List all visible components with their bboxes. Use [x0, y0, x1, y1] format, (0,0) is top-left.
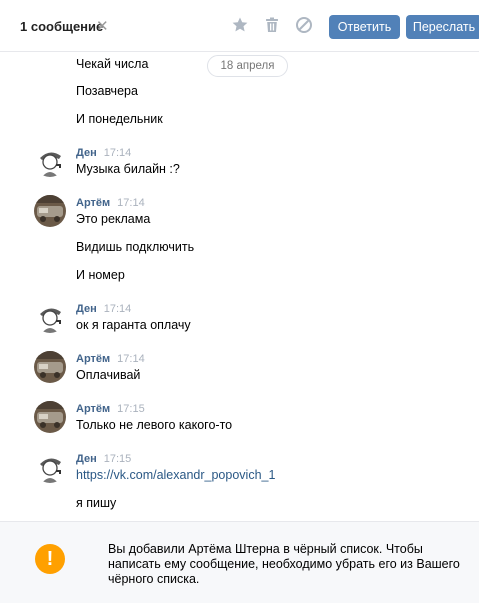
- message-text[interactable]: Музыка билайн :?: [76, 162, 180, 176]
- detective-avatar[interactable]: [34, 301, 66, 333]
- author-name[interactable]: Артём: [76, 353, 110, 365]
- star-icon[interactable]: [231, 16, 249, 34]
- block-icon[interactable]: [295, 16, 313, 34]
- message-text[interactable]: Только не левого какого-то: [76, 418, 232, 432]
- message-time: 17:15: [103, 453, 132, 465]
- message-text[interactable]: я пишу: [76, 496, 116, 510]
- message-text[interactable]: И номер: [76, 268, 125, 282]
- message-time: 17:14: [103, 303, 132, 315]
- message-header: Ден 17:14: [76, 303, 131, 315]
- date-separator: 18 апреля: [207, 55, 288, 77]
- message-text[interactable]: Чекай числа: [76, 57, 148, 71]
- detective-avatar[interactable]: [34, 145, 66, 177]
- blacklist-notice: ! Вы добавили Артёма Штерна в чёрный спи…: [0, 521, 479, 603]
- message-header: Артём 17:14: [76, 197, 145, 209]
- message-text[interactable]: Видишь подключить: [76, 240, 194, 254]
- author-name[interactable]: Ден: [76, 147, 97, 159]
- clear-selection-icon[interactable]: ✕: [96, 17, 109, 35]
- message-text[interactable]: Оплачивай: [76, 368, 140, 382]
- author-name[interactable]: Ден: [76, 453, 97, 465]
- photo-avatar[interactable]: [34, 401, 66, 433]
- reply-button[interactable]: Ответить: [329, 15, 400, 39]
- trash-icon[interactable]: [263, 16, 281, 34]
- message-text[interactable]: И понедельник: [76, 112, 163, 126]
- photo-avatar[interactable]: [34, 351, 66, 383]
- selection-toolbar: 1 сообщение ✕ Ответить Переслать: [0, 0, 479, 52]
- message-time: 17:15: [117, 403, 145, 415]
- message-link[interactable]: https://vk.com/alexandr_popovich_1: [76, 468, 275, 482]
- message-time: 17:14: [117, 353, 145, 365]
- selected-count: 1 сообщение: [20, 19, 104, 34]
- author-name[interactable]: Ден: [76, 303, 97, 315]
- message-header: Артём 17:15: [76, 403, 145, 415]
- message-text[interactable]: Позавчера: [76, 84, 138, 98]
- message-header: Ден 17:15: [76, 453, 131, 465]
- exclamation-icon: !: [35, 544, 65, 574]
- author-name[interactable]: Артём: [76, 403, 110, 415]
- message-time: 17:14: [117, 197, 145, 209]
- message-text[interactable]: ок я гаранта оплачу: [76, 318, 191, 332]
- message-header: Ден 17:14: [76, 147, 131, 159]
- notice-text: Вы добавили Артёма Штерна в чёрный списо…: [108, 542, 460, 586]
- message-header: Артём 17:14: [76, 353, 145, 365]
- message-text[interactable]: Это реклама: [76, 212, 150, 226]
- author-name[interactable]: Артём: [76, 197, 110, 209]
- detective-avatar[interactable]: [34, 451, 66, 483]
- photo-avatar[interactable]: [34, 195, 66, 227]
- message-time: 17:14: [103, 147, 132, 159]
- forward-button[interactable]: Переслать: [406, 15, 479, 39]
